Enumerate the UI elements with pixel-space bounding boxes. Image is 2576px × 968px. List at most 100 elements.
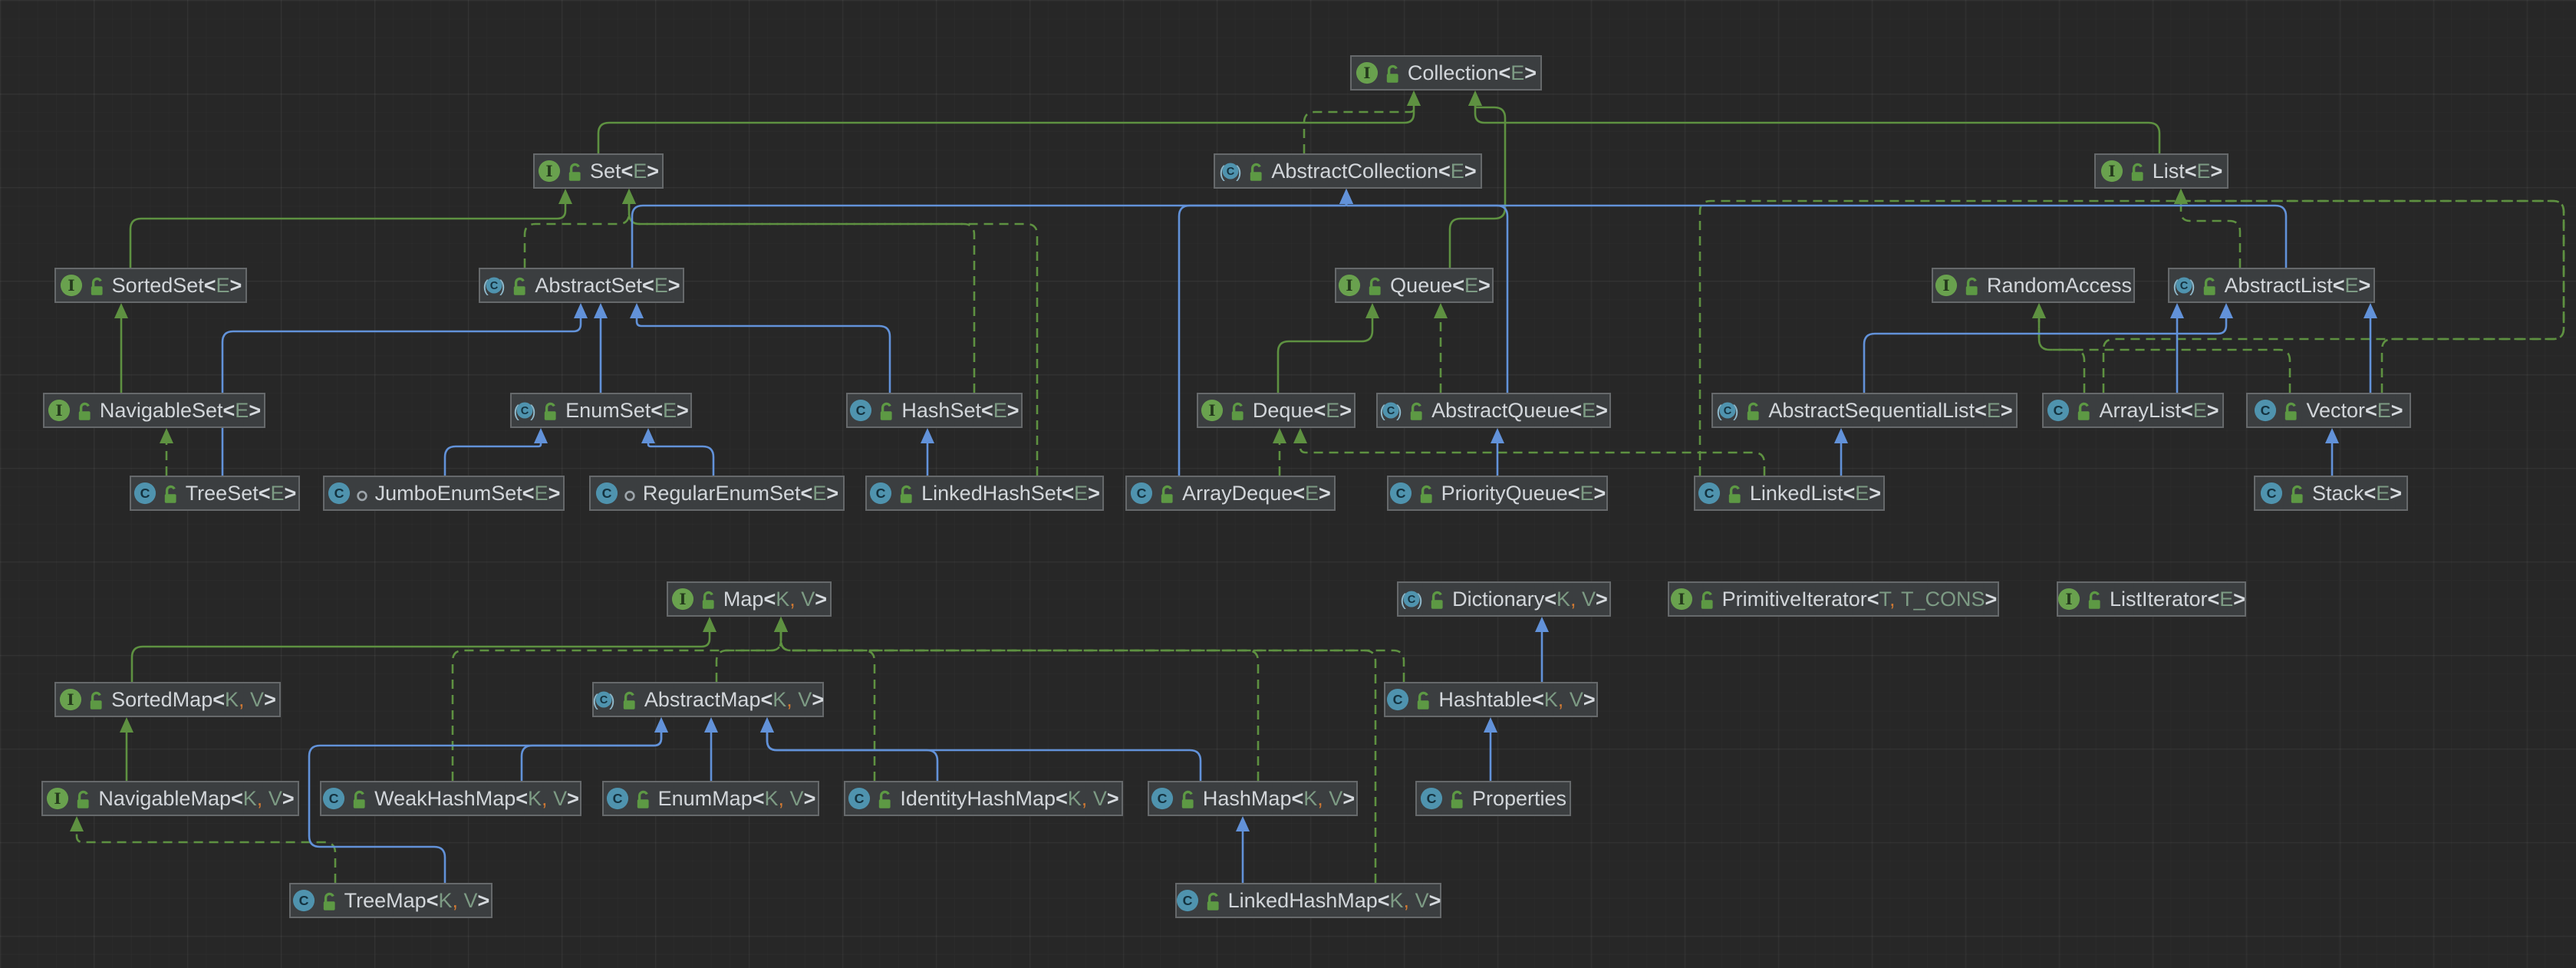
public-visibility-icon (2288, 483, 2305, 504)
type-parameter: V (790, 787, 804, 810)
node-priority-queue[interactable]: CPriorityQueue<E> (1387, 476, 1608, 511)
svg-text:): ) (530, 401, 536, 420)
node-icons: I (671, 588, 716, 611)
node-label: Set<E> (590, 160, 659, 183)
node-abstract-queue[interactable]: (C)AbstractQueue<E> (1376, 393, 1611, 428)
class-icon: C (595, 482, 618, 505)
type-parameter: E (271, 482, 285, 505)
arrowhead-linkedhashmap-hashmap (1236, 816, 1250, 831)
node-label: PrimitiveIterator<T, T_CONS> (1722, 588, 1998, 611)
node-array-list[interactable]: CArrayList<E> (2042, 393, 2224, 428)
generic-open-bracket: < (621, 160, 633, 183)
type-parameter: E (633, 160, 647, 183)
node-map[interactable]: IMap<K, V> (667, 581, 832, 617)
node-linked-hash-map[interactable]: CLinkedHashMap<K, V> (1175, 883, 1441, 918)
generic-close-bracket: > (1107, 787, 1119, 810)
type-parameter: K (438, 889, 452, 912)
node-abstract-sequential-list[interactable]: (C)AbstractSequentialList<E> (1711, 393, 2018, 428)
generic-close-bracket: > (1088, 482, 1100, 505)
node-array-deque[interactable]: CArrayDeque<E> (1125, 476, 1336, 511)
node-queue[interactable]: IQueue<E> (1335, 268, 1494, 303)
node-regular-enum-set[interactable]: CRegularEnumSet<E> (589, 476, 845, 511)
generic-open-bracket: < (2208, 588, 2220, 611)
generic-open-bracket: < (981, 399, 993, 422)
node-label: EnumSet<E> (565, 399, 689, 423)
node-deque[interactable]: IDeque<E> (1197, 393, 1356, 428)
arrowhead-deque-queue (1365, 303, 1379, 318)
node-sorted-map[interactable]: ISortedMap<K, V> (54, 682, 281, 717)
node-properties[interactable]: CProperties (1415, 781, 1571, 816)
node-sorted-set[interactable]: ISortedSet<E> (54, 268, 247, 303)
node-tree-set[interactable]: CTreeSet<E> (130, 476, 300, 511)
node-hash-set[interactable]: CHashSet<E> (846, 393, 1023, 428)
node-abstract-map[interactable]: (C)AbstractMap<K, V> (592, 682, 824, 717)
node-abstract-set[interactable]: (C)AbstractSet<E> (479, 268, 684, 303)
svg-text:C: C (140, 486, 150, 501)
node-linked-list[interactable]: CLinkedList<E> (1694, 476, 1885, 511)
class-name: LinkedList (1750, 482, 1843, 505)
generic-close-bracket: > (567, 787, 579, 810)
type-parameter: K (225, 688, 239, 711)
node-abstract-list[interactable]: (C)AbstractList<E> (2168, 268, 2375, 303)
node-tree-map[interactable]: CTreeMap<K, V> (289, 883, 492, 918)
generic-close-bracket: > (1524, 61, 1537, 84)
node-linked-hash-set[interactable]: CLinkedHashSet<E> (865, 476, 1104, 511)
node-random-access[interactable]: IRandomAccess (1932, 268, 2135, 303)
arrowhead-sortedset-set (558, 189, 572, 204)
class-name: EnumSet (565, 399, 651, 422)
generic-close-bracket: > (1429, 889, 1441, 912)
node-jumbo-enum-set[interactable]: CJumboEnumSet<E> (323, 476, 565, 511)
node-enum-set[interactable]: (C)EnumSet<E> (510, 393, 692, 428)
node-navigable-map[interactable]: INavigableMap<K, V> (41, 781, 299, 816)
generic-open-bracket: < (1568, 482, 1580, 505)
node-identity-hash-map[interactable]: CIdentityHashMap<K, V> (844, 781, 1123, 816)
interface-icon: I (1356, 61, 1379, 84)
edge-list-collection (1475, 104, 2159, 153)
svg-text:C: C (1137, 486, 1147, 501)
node-primitive-iterator[interactable]: IPrimitiveIterator<T, T_CONS> (1668, 581, 1999, 617)
type-parameter: E (993, 399, 1007, 422)
generic-close-bracket: > (1594, 482, 1606, 505)
generic-close-bracket: > (647, 160, 659, 183)
node-list[interactable]: IList<E> (2094, 153, 2228, 189)
node-abstract-collection[interactable]: (C)AbstractCollection<E> (1214, 153, 1482, 189)
type-parameter: E (1305, 482, 1319, 505)
node-enum-map[interactable]: CEnumMap<K, V> (602, 781, 819, 816)
node-hashtable[interactable]: CHashtable<K, V> (1384, 682, 1598, 717)
node-icons: C (2254, 399, 2299, 422)
type-parameter: K (1390, 889, 1404, 912)
node-list-iterator[interactable]: IListIterator<E> (2057, 581, 2246, 617)
node-collection[interactable]: ICollection<E> (1350, 55, 1542, 91)
node-label: EnumMap<K, V> (658, 787, 816, 811)
node-vector[interactable]: CVector<E> (2246, 393, 2411, 428)
public-visibility-icon (511, 275, 528, 296)
node-set[interactable]: ISet<E> (533, 153, 664, 189)
node-hash-map[interactable]: CHashMap<K, V> (1148, 781, 1358, 816)
type-parameter-comma: , (1570, 588, 1576, 611)
node-icons: I (2100, 160, 2146, 183)
arrowhead-navigablemap-sortedmap (120, 717, 133, 733)
node-weak-hash-map[interactable]: CWeakHashMap<K, V> (320, 781, 581, 816)
node-dictionary[interactable]: (C)Dictionary<K, V> (1397, 581, 1611, 617)
node-label: SortedMap<K, V> (111, 688, 276, 712)
node-navigable-set[interactable]: INavigableSet<E> (43, 393, 265, 428)
type-parameter: E (235, 399, 249, 422)
svg-text:C: C (2054, 403, 2064, 418)
arrowhead-abstractqueue-queue (1434, 303, 1448, 318)
class-name: HashMap (1203, 787, 1292, 810)
edge-abstractlist-abstractcollection (1346, 202, 2286, 268)
type-parameter: V (1329, 787, 1342, 810)
arrowhead-stack-vector (2325, 428, 2339, 443)
type-parameter-comma: , (453, 889, 459, 912)
generic-open-bracket: < (1452, 274, 1464, 297)
class-icon: C (292, 889, 315, 912)
arrowhead-enummap-abstractmap (704, 717, 718, 733)
generic-close-bracket: > (1007, 399, 1020, 422)
edge-linkedhashset-set (629, 202, 1037, 476)
class-icon: C (849, 399, 872, 422)
generic-close-bracket: > (2207, 399, 2219, 422)
node-label: AbstractQueue<E> (1431, 399, 1608, 423)
diagram-canvas[interactable]: ICollection<E>ISet<E>(C)AbstractCollecti… (0, 0, 2576, 968)
node-stack[interactable]: CStack<E> (2254, 476, 2408, 511)
class-icon: C (869, 482, 892, 505)
